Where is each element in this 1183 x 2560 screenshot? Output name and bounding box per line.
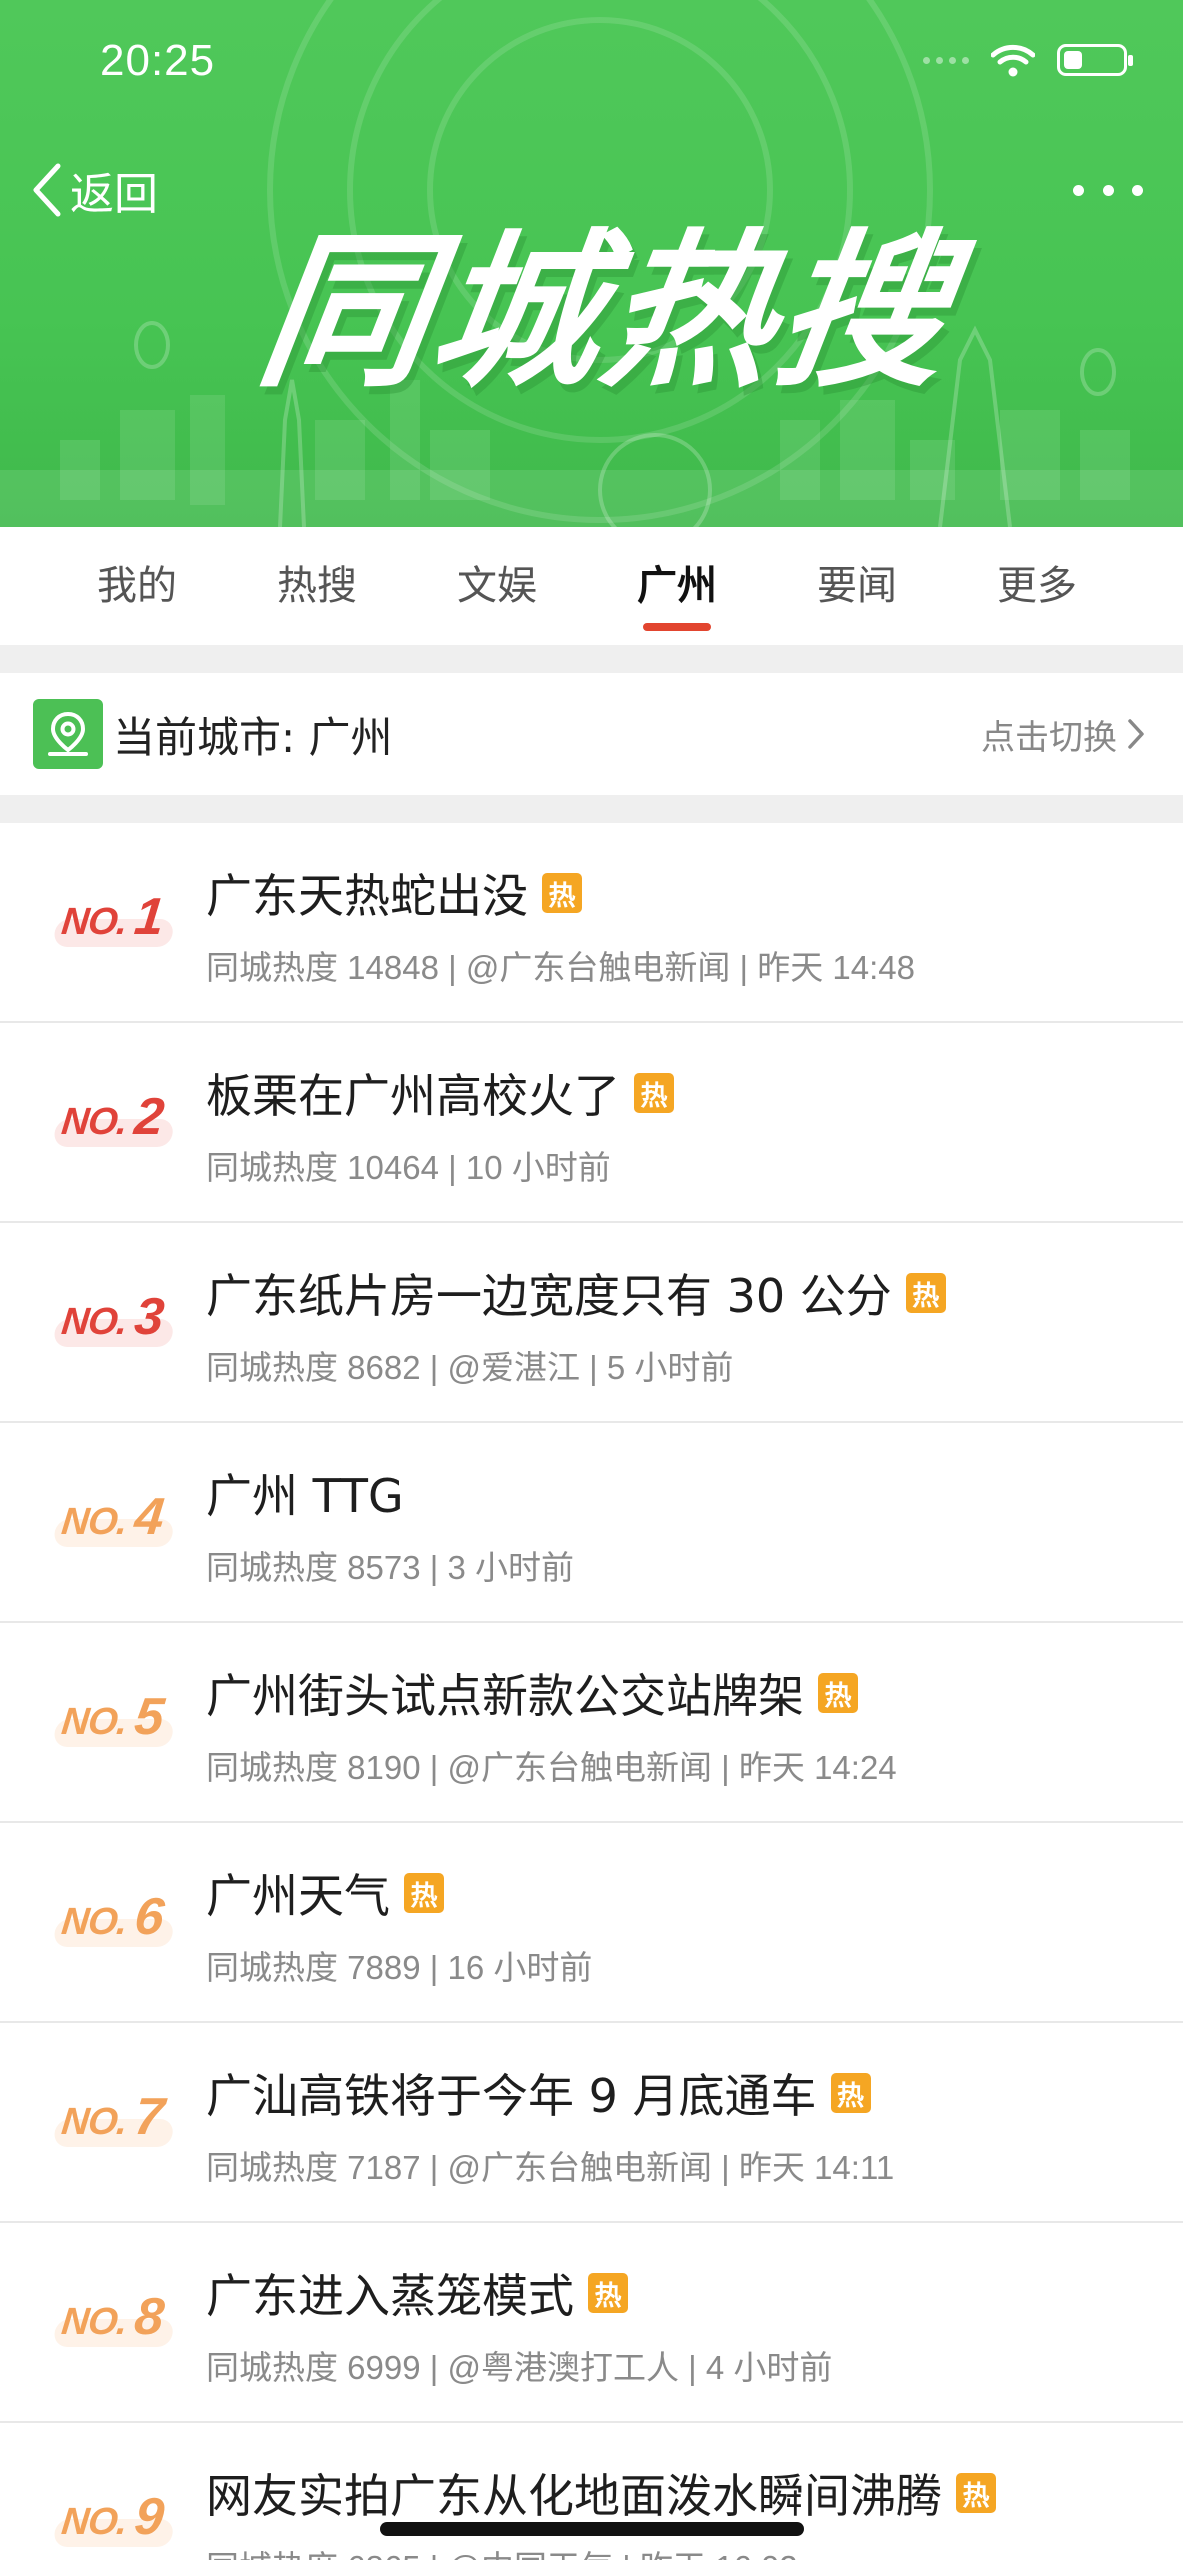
item-meta: 同城热度 7889 | 16 小时前 [206,1949,593,1986]
item-meta: 同城热度 8190 | @广东台触电新闻 | 昨天 14:24 [206,1749,897,1786]
current-city-bar: 当前城市: 广州 点击切换 [0,673,1183,795]
list-item[interactable]: NO. 3 广东纸片房一边宽度只有 30 公分 热 同城热度 8682 | @爱湛… [0,1223,1183,1423]
battery-icon [1057,44,1133,76]
hot-badge: 热 [818,1673,858,1713]
tab-mine[interactable]: 我的 [47,527,227,645]
rank-label: NO. 9 [53,2487,175,2553]
item-title: 广州街头试点新款公交站牌架 [206,1669,804,1723]
tab-entertainment[interactable]: 文娱 [407,527,587,645]
tab-hot-search[interactable]: 热搜 [227,527,407,645]
item-meta: 同城热度 8682 | @爱湛江 | 5 小时前 [206,1349,734,1386]
item-title: 广东进入蒸笼模式 [206,2269,574,2323]
item-meta: 同城热度 6865 | @中国天气 | 昨天 16:02 [206,2541,798,2560]
rank-label: NO. 5 [53,1687,175,1753]
list-item[interactable]: NO. 6 广州天气 热 同城热度 7889 | 16 小时前 [0,1823,1183,2023]
item-title: 网友实拍广东从化地面泼水瞬间沸腾 [206,2469,942,2523]
more-dot-icon [1132,184,1143,196]
rank-label: NO. 3 [53,1287,175,1353]
rank-label: NO. 7 [53,2087,175,2153]
switch-city-label: 点击切换 [981,717,1117,758]
item-title: 广东纸片房一边宽度只有 30 公分 [206,1269,892,1323]
list-item[interactable]: NO. 4 广州 TTG 同城热度 8573 | 3 小时前 [0,1423,1183,1623]
chevron-left-icon [33,163,61,217]
back-button[interactable]: 返回 [30,158,158,222]
hot-badge: 热 [404,1873,444,1913]
tab-guangzhou[interactable]: 广州 [587,527,767,645]
rank-label: NO. 6 [53,1887,175,1953]
rank-label: NO. 4 [53,1487,175,1553]
hot-badge: 热 [956,2473,996,2513]
hot-badge: 热 [830,2073,871,2113]
header-banner: 20:25 返回 同城热搜 [0,0,1183,527]
active-tab-indicator [643,623,711,631]
item-meta: 同城热度 7187 | @广东台触电新闻 | 昨天 14:11 [206,2149,895,2186]
tab-more[interactable]: 更多 [947,527,1127,645]
item-meta: 同城热度 8573 | 3 小时前 [206,1549,575,1586]
rank-label: NO. 8 [53,2287,175,2353]
switch-city-button[interactable]: 点击切换 [981,673,1145,795]
list-item[interactable]: NO. 8 广东进入蒸笼模式 热 同城热度 6999 | @粤港澳打工人 | 4 … [0,2223,1183,2423]
more-options-button[interactable] [1073,170,1143,210]
list-item[interactable]: NO.9 网友实拍广东从化地面泼水瞬间沸腾 热 同城热度 6865 | @中国天… [0,2423,1183,2560]
section-divider [0,795,1183,823]
more-dot-icon [1102,184,1114,196]
banner-title: 同城热搜 [248,214,964,410]
item-title: 板栗在广州高校火了 [206,1069,620,1123]
wifi-icon [991,44,1035,77]
item-title: 广州 TTG [206,1469,404,1523]
chevron-right-icon [1128,719,1144,749]
status-time: 20:25 [100,36,216,85]
hot-badge: 热 [905,1273,946,1313]
item-title: 广州天气 [206,1869,390,1923]
rank-label: NO. 2 [53,1087,175,1153]
hot-search-list: NO. 1 广东天热蛇出没 热 同城热度 14848 | @广东台触电新闻 | 昨… [0,823,1183,2560]
home-indicator[interactable] [380,2522,804,2536]
item-meta: 同城热度 14848 | @广东台触电新闻 | 昨天 14:48 [206,949,916,986]
item-meta: 同城热度 10464 | 10 小时前 [206,1149,611,1186]
hot-badge: 热 [634,1073,674,1113]
current-city-label: 当前城市: 广州 [113,712,393,762]
section-divider [0,645,1183,673]
list-item[interactable]: NO. 1 广东天热蛇出没 热 同城热度 14848 | @广东台触电新闻 | 昨… [0,823,1183,1023]
hot-badge: 热 [542,873,582,913]
category-tabs: 我的 热搜 文娱 广州 要闻 更多 [0,527,1183,645]
status-icons [923,40,1133,80]
list-item[interactable]: NO. 2 板栗在广州高校火了 热 同城热度 10464 | 10 小时前 [0,1023,1183,1223]
list-item[interactable]: NO. 7 广汕高铁将于今年 9 月底通车 热 同城热度 7187 | @广东台触… [0,2023,1183,2223]
list-item[interactable]: NO. 5 广州街头试点新款公交站牌架 热 同城热度 8190 | @广东台触电新… [0,1623,1183,1823]
tab-headlines[interactable]: 要闻 [767,527,947,645]
item-meta: 同城热度 6999 | @粤港澳打工人 | 4 小时前 [206,2349,833,2386]
more-dot-icon [1073,184,1084,196]
location-pin-icon [33,699,103,769]
back-label: 返回 [70,169,158,220]
hot-badge: 热 [588,2273,628,2313]
rank-label: NO. 1 [53,887,175,953]
item-title: 广东天热蛇出没 [206,869,528,923]
signal-icon [923,56,969,64]
item-title: 广汕高铁将于今年 9 月底通车 [206,2069,817,2123]
